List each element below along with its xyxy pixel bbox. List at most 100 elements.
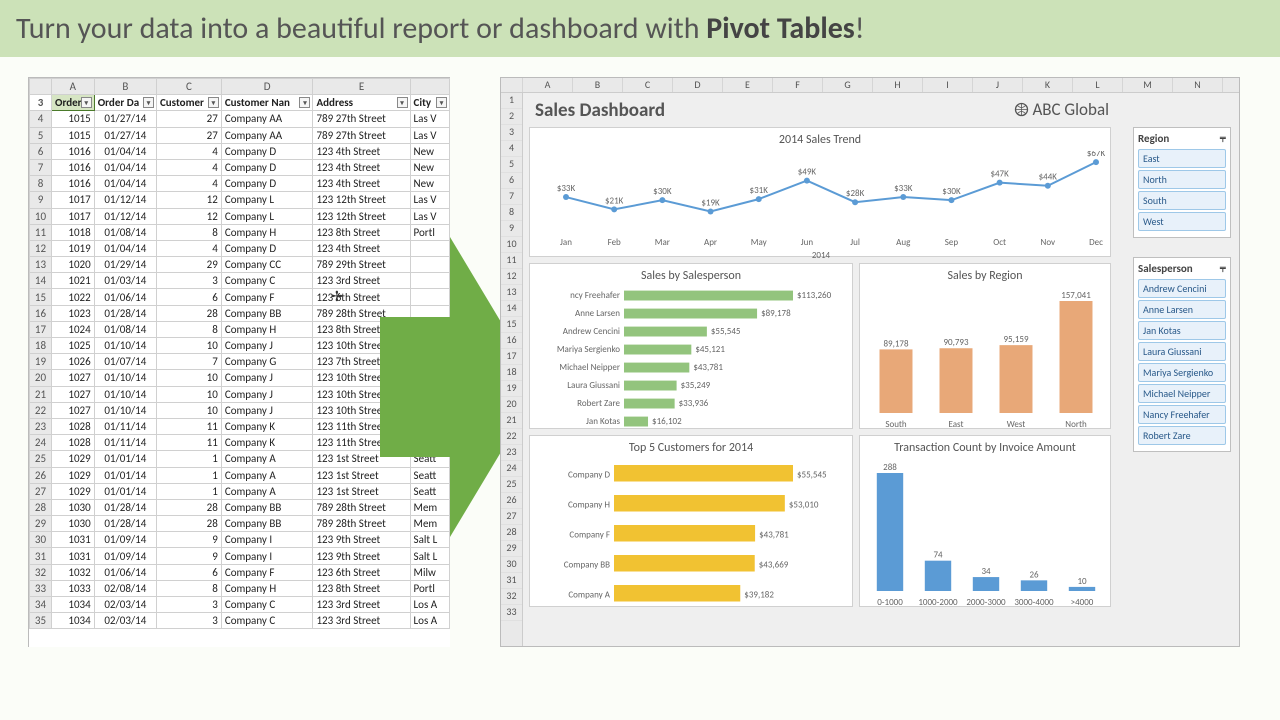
svg-text:1000-2000: 1000-2000 [918,597,958,608]
svg-text:Oct: Oct [993,237,1006,248]
svg-text:$33K: $33K [557,183,576,194]
svg-text:Anne Larsen: Anne Larsen [575,308,620,319]
filter-dropdown-icon[interactable]: ▾ [208,97,219,108]
svg-text:3000-4000: 3000-4000 [1014,597,1054,608]
svg-text:Mariya Sergienko: Mariya Sergienko [557,344,620,355]
chart-top-customers[interactable]: Top 5 Customers for 2014 Company D$55,54… [529,435,853,607]
svg-text:26: 26 [1029,569,1039,580]
svg-text:$44K: $44K [1039,172,1058,183]
svg-text:157,041: 157,041 [1061,290,1091,301]
svg-text:$55,545: $55,545 [797,469,827,480]
slicer-item[interactable]: Mariya Sergienko [1138,363,1226,382]
svg-text:ncy Freehafer: ncy Freehafer [570,290,620,301]
svg-text:$31K: $31K [750,185,769,196]
svg-text:288: 288 [883,462,897,473]
svg-text:$19K: $19K [701,197,720,208]
svg-text:West: West [1007,419,1026,430]
svg-text:2000-3000: 2000-3000 [966,597,1006,608]
chart-sales-by-region[interactable]: Sales by Region 89,178South90,793East95,… [859,263,1111,429]
chart-transaction-count[interactable]: Transaction Count by Invoice Amount 2880… [859,435,1111,607]
svg-text:Nov: Nov [1041,237,1056,248]
svg-text:South: South [885,419,907,430]
slicer-item[interactable]: South [1138,191,1226,210]
svg-text:Company H: Company H [568,499,610,510]
svg-text:Aug: Aug [896,237,911,248]
svg-text:$16,102: $16,102 [652,416,682,427]
filter-dropdown-icon[interactable]: ▾ [143,97,154,108]
svg-text:Company F: Company F [569,529,610,540]
svg-text:90,793: 90,793 [943,337,968,348]
svg-text:Company D: Company D [568,469,610,480]
svg-text:East: East [949,419,964,430]
svg-text:Jun: Jun [801,237,814,248]
svg-text:$33K: $33K [894,183,913,194]
svg-text:Dec: Dec [1089,237,1103,248]
svg-text:$43,781: $43,781 [693,362,723,373]
svg-text:May: May [751,237,768,248]
svg-text:Feb: Feb [608,237,621,248]
svg-text:Mar: Mar [655,237,670,248]
slicer-item[interactable]: Anne Larsen [1138,300,1226,319]
dashboard-title: Sales Dashboard [535,99,665,122]
svg-text:$39,182: $39,182 [744,589,774,600]
svg-text:74: 74 [933,550,943,561]
svg-text:$43,781: $43,781 [759,529,789,540]
page-banner: Turn your data into a beautiful report o… [0,0,1280,57]
svg-text:$21K: $21K [605,195,624,206]
slicer-item[interactable]: Michael Neipper [1138,384,1226,403]
svg-text:Sep: Sep [945,237,959,248]
svg-text:$113,260: $113,260 [797,290,832,301]
svg-text:Apr: Apr [704,237,717,248]
slicer-region[interactable]: Region⫧ EastNorthSouthWest [1133,127,1231,238]
slicer-item[interactable]: North [1138,170,1226,189]
svg-text:2014: 2014 [812,250,831,261]
slicer-item[interactable]: Robert Zare [1138,426,1226,445]
slicer-item[interactable]: Jan Kotas [1138,321,1226,340]
filter-dropdown-icon[interactable]: ▾ [81,97,92,108]
svg-text:0-1000: 0-1000 [877,597,903,608]
svg-text:Jan Kotas: Jan Kotas [586,416,620,427]
svg-text:34: 34 [981,566,991,577]
svg-text:Laura Giussani: Laura Giussani [567,380,620,391]
svg-text:>4000: >4000 [1071,597,1094,608]
svg-text:$30K: $30K [942,186,961,197]
filter-dropdown-icon[interactable]: ▾ [397,97,408,108]
svg-text:Jul: Jul [850,237,860,248]
svg-text:Company BB: Company BB [564,559,610,570]
svg-text:Andrew Cencini: Andrew Cencini [563,326,620,337]
slicer-item[interactable]: Laura Giussani [1138,342,1226,361]
slicer-salesperson[interactable]: Salesperson⫧ Andrew CenciniAnne LarsenJa… [1133,257,1231,452]
svg-text:10: 10 [1077,576,1087,587]
svg-text:$28K: $28K [846,188,865,199]
slicer-item[interactable]: Nancy Freehafer [1138,405,1226,424]
svg-text:Robert Zare: Robert Zare [577,398,620,409]
chart-sales-trend[interactable]: 2014 Sales Trend $33KJan$21KFeb$30KMar$1… [529,127,1111,257]
filter-dropdown-icon[interactable]: ▾ [299,97,310,108]
svg-text:$67K: $67K [1087,151,1106,159]
svg-text:Company A: Company A [568,589,610,600]
slicer-item[interactable]: West [1138,212,1226,231]
svg-text:$55,545: $55,545 [711,326,741,337]
dashboard-spreadsheet[interactable]: ABCDEFGHIJKLMN 1234567891011121314151617… [500,77,1240,647]
svg-text:Michael Neipper: Michael Neipper [559,362,620,373]
svg-text:$33,936: $33,936 [679,398,709,409]
svg-text:$89,178: $89,178 [761,308,791,319]
svg-text:$45,121: $45,121 [695,344,725,355]
svg-text:89,178: 89,178 [883,338,908,349]
filter-dropdown-icon[interactable]: ▾ [436,97,447,108]
brand-logo: ABC Global [1014,99,1109,120]
svg-text:$49K: $49K [798,167,817,178]
svg-text:Jan: Jan [560,237,572,248]
svg-text:$35,249: $35,249 [681,380,711,391]
svg-text:95,159: 95,159 [1003,334,1028,345]
filter-icon[interactable]: ⫧ [1220,262,1226,276]
chart-sales-by-salesperson[interactable]: Sales by Salesperson ncy Freehafer$113,2… [529,263,853,429]
svg-text:$47K: $47K [990,169,1009,180]
slicer-item[interactable]: Andrew Cencini [1138,279,1226,298]
slicer-item[interactable]: East [1138,149,1226,168]
svg-text:$43,669: $43,669 [759,559,789,570]
source-spreadsheet[interactable]: ABCDE3Order▾Order Da▾Customer▾Customer N… [28,77,450,647]
svg-text:$53,010: $53,010 [789,499,819,510]
filter-icon[interactable]: ⫧ [1220,132,1226,146]
svg-text:North: North [1065,419,1087,430]
